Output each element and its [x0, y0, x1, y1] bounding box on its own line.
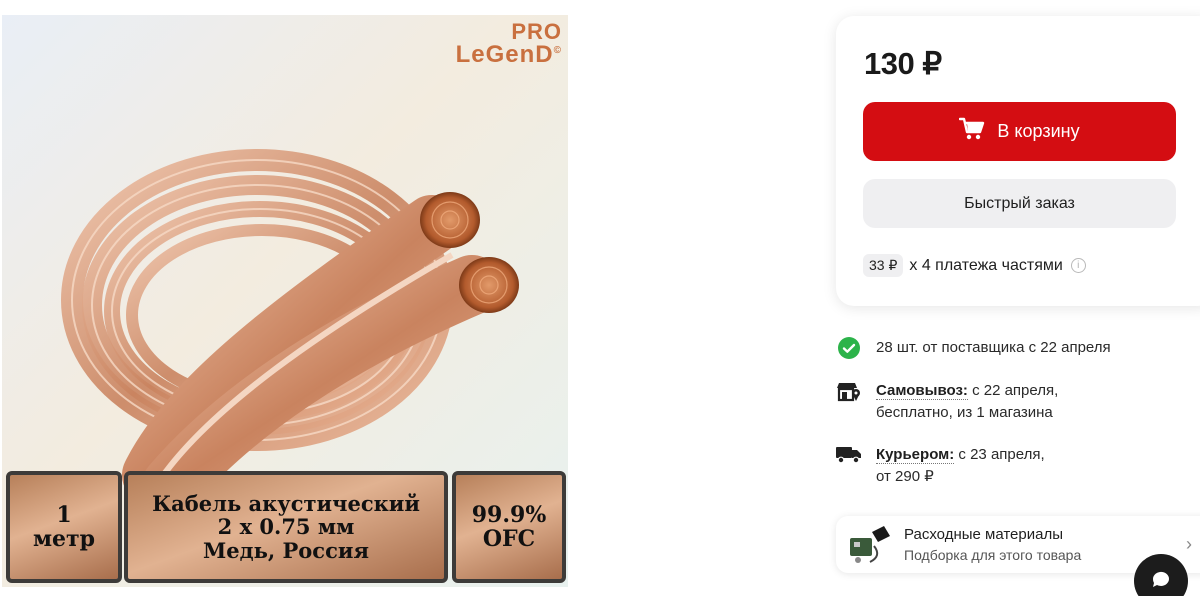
- price-card: 130 ₽ В корзину Быстрый заказ 33 ₽ х 4 п…: [836, 16, 1200, 306]
- pickup-date: с 22 апреля,: [972, 382, 1059, 399]
- spec-description-line3: Медь, Россия: [203, 537, 369, 563]
- brand-logo: PRO LeGenD©: [456, 21, 562, 67]
- check-circle-icon: [836, 337, 862, 359]
- courier-link[interactable]: Курьером:: [876, 446, 955, 464]
- product-image[interactable]: PRO LeGenD© 1 метр Кабель акустический 2…: [2, 15, 568, 587]
- courier-availability: Курьером: с 23 апреля, от 290 ₽: [836, 444, 1045, 488]
- add-to-cart-button[interactable]: В корзину: [863, 102, 1176, 161]
- spec-purity-value: 99.9%: [471, 501, 547, 528]
- add-to-cart-label: В корзину: [997, 121, 1080, 141]
- courier-date: с 23 апреля,: [958, 446, 1045, 463]
- store-pickup-icon: [836, 380, 862, 402]
- pickup-availability: Самовывоз: с 22 апреля, бесплатно, из 1 …: [836, 380, 1058, 424]
- truck-icon: [836, 444, 862, 466]
- pickup-details: бесплатно, из 1 магазина: [876, 404, 1053, 421]
- courier-price: от 290 ₽: [876, 468, 934, 485]
- brand-logo-line1: PRO: [511, 19, 562, 44]
- spec-purity-badge: 99.9% OFC: [452, 471, 566, 583]
- brand-logo-line2: LeGenD: [455, 41, 554, 68]
- info-icon[interactable]: i: [1070, 258, 1086, 273]
- spec-description-badge: Кабель акустический 2 x 0.75 мм Медь, Ро…: [124, 471, 448, 583]
- pickup-link[interactable]: Самовывоз:: [876, 382, 968, 400]
- price: 130 ₽: [864, 46, 942, 81]
- installment-text: х 4 платежа частями: [909, 256, 1063, 274]
- chat-icon: [1150, 568, 1172, 595]
- consumables-title: Расходные материалы: [904, 525, 1063, 543]
- consumables-subtitle: Подборка для этого товара: [904, 546, 1082, 563]
- spec-length-unit: метр: [32, 526, 96, 552]
- brand-logo-mark: ©: [553, 45, 562, 56]
- spec-purity-type: OFC: [482, 526, 536, 552]
- spec-description-line1: Кабель акустический: [152, 491, 420, 517]
- spec-length-badge: 1 метр: [6, 471, 122, 583]
- quick-order-label: Быстрый заказ: [964, 194, 1075, 212]
- chevron-right-icon: ›: [1186, 534, 1192, 554]
- spec-length-value: 1: [56, 501, 72, 528]
- spec-description-line2: 2 x 0.75 мм: [217, 514, 355, 540]
- stock-text: 28 шт. от поставщика с 22 апреля: [876, 339, 1111, 356]
- consumables-thumbnail: [844, 522, 896, 568]
- cart-icon: [959, 117, 985, 146]
- stock-availability: 28 шт. от поставщика с 22 апреля: [836, 337, 1111, 359]
- installment-offer[interactable]: 33 ₽ х 4 платежа частями i: [863, 254, 1086, 277]
- installment-amount-badge: 33 ₽: [863, 254, 904, 277]
- quick-order-button[interactable]: Быстрый заказ: [863, 179, 1176, 228]
